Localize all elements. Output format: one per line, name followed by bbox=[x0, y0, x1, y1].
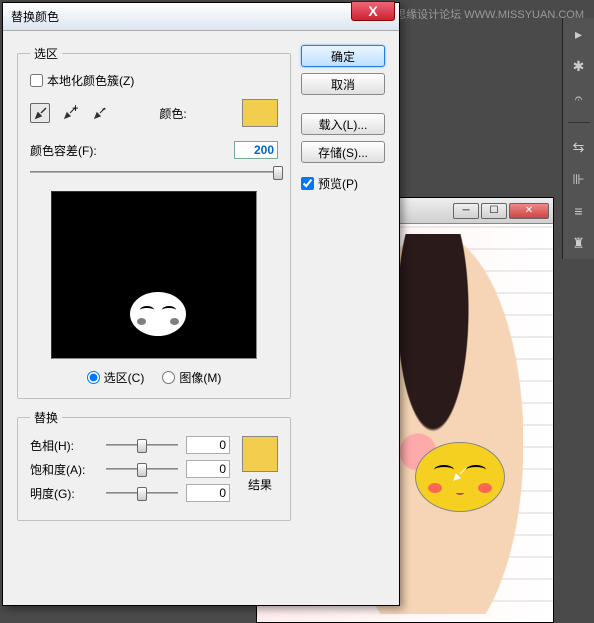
hue-slider[interactable] bbox=[106, 436, 178, 454]
selection-preview[interactable] bbox=[51, 191, 257, 359]
tool-brush[interactable]: 𝄐 bbox=[569, 88, 589, 108]
eyedropper-add-tool[interactable]: + bbox=[60, 103, 80, 123]
tool-gear[interactable]: ✱ bbox=[569, 56, 589, 76]
replace-fieldset: 替换 色相(H): 饱和度(A): bbox=[17, 409, 291, 521]
saturation-input[interactable] bbox=[186, 460, 230, 478]
radio-image[interactable]: 图像(M) bbox=[162, 369, 221, 386]
doc-close-button[interactable]: ✕ bbox=[509, 203, 549, 219]
saturation-slider[interactable] bbox=[106, 460, 178, 478]
replace-legend: 替换 bbox=[30, 409, 62, 426]
result-label: 结果 bbox=[248, 476, 272, 493]
localized-clusters-label: 本地化颜色簇(Z) bbox=[47, 72, 134, 89]
localized-clusters-checkbox[interactable] bbox=[30, 74, 43, 87]
replace-color-dialog: 替换颜色 X 选区 本地化颜色簇(Z) + - bbox=[2, 2, 400, 606]
ok-button[interactable]: 确定 bbox=[301, 45, 385, 67]
dialog-title: 替换颜色 bbox=[3, 8, 59, 25]
radio-selection[interactable]: 选区(C) bbox=[87, 369, 145, 386]
color-swatch[interactable] bbox=[242, 99, 278, 127]
preview-label: 预览(P) bbox=[318, 175, 358, 192]
eyedropper-subtract-tool[interactable]: - bbox=[90, 103, 110, 123]
svg-text:-: - bbox=[102, 105, 106, 115]
watermark-top: 思缘设计论坛 WWW.MISSYUAN.COM bbox=[395, 6, 584, 22]
svg-text:+: + bbox=[72, 105, 78, 115]
tool-stamp[interactable]: ♜ bbox=[569, 233, 589, 253]
tool-align[interactable]: ⊪ bbox=[569, 169, 589, 189]
doc-minimize-button[interactable]: ─ bbox=[453, 203, 479, 219]
load-button[interactable]: 载入(L)... bbox=[301, 113, 385, 135]
doc-maximize-button[interactable]: ☐ bbox=[481, 203, 507, 219]
selection-fieldset: 选区 本地化颜色簇(Z) + - 颜色: bbox=[17, 45, 291, 399]
preview-checkbox[interactable] bbox=[301, 177, 314, 190]
eyedropper-cursor-icon bbox=[452, 466, 468, 482]
color-label: 颜色: bbox=[159, 105, 186, 122]
hue-label: 色相(H): bbox=[30, 437, 98, 454]
lightness-label: 明度(G): bbox=[30, 485, 98, 502]
fuzziness-slider[interactable] bbox=[30, 163, 278, 181]
hue-input[interactable] bbox=[186, 436, 230, 454]
ps-toolbar: ▸ ✱ 𝄐 ⇆ ⊪ ≡ ♜ bbox=[562, 18, 594, 259]
tool-text[interactable]: ≡ bbox=[569, 201, 589, 221]
lightness-slider[interactable] bbox=[106, 484, 178, 502]
eyedropper-tool[interactable] bbox=[30, 103, 50, 123]
lightness-input[interactable] bbox=[186, 484, 230, 502]
cancel-button[interactable]: 取消 bbox=[301, 73, 385, 95]
dialog-titlebar[interactable]: 替换颜色 X bbox=[3, 3, 399, 31]
result-swatch[interactable] bbox=[242, 436, 278, 472]
tool-pointer[interactable]: ▸ bbox=[569, 24, 589, 44]
fuzziness-label: 颜色容差(F): bbox=[30, 142, 97, 159]
tool-swap[interactable]: ⇆ bbox=[569, 137, 589, 157]
selection-legend: 选区 bbox=[30, 45, 62, 62]
saturation-label: 饱和度(A): bbox=[30, 461, 98, 478]
fuzziness-input[interactable] bbox=[234, 141, 278, 159]
dialog-close-button[interactable]: X bbox=[351, 1, 395, 21]
save-button[interactable]: 存储(S)... bbox=[301, 141, 385, 163]
